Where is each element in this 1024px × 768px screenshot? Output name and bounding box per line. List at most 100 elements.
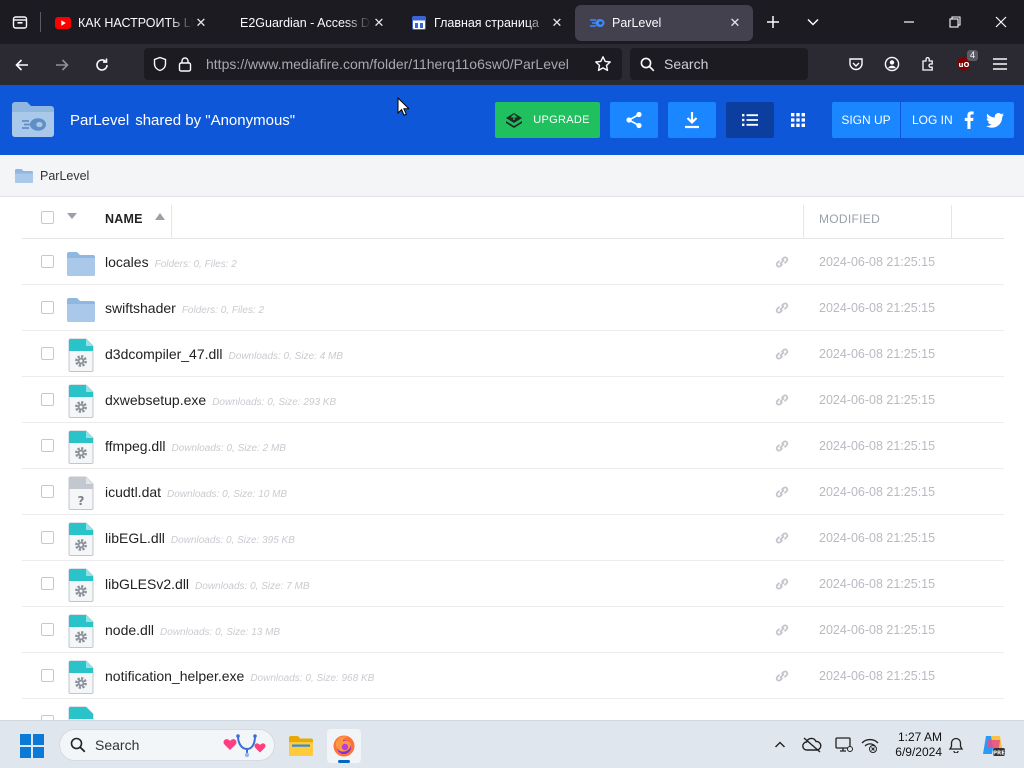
table-row[interactable]: ? icudtl.dat Downloads: 0, Size: 10 MB 2024… xyxy=(22,469,1004,515)
restore-icon[interactable] xyxy=(932,0,978,44)
list-view-button[interactable] xyxy=(726,102,774,138)
minimize-icon[interactable] xyxy=(886,0,932,44)
link-icon[interactable] xyxy=(774,347,790,361)
upgrade-button[interactable]: UPGRADE xyxy=(495,102,600,138)
row-checkbox[interactable] xyxy=(41,393,54,406)
shield-icon[interactable] xyxy=(152,56,168,75)
account-icon[interactable] xyxy=(876,48,908,80)
table-row[interactable]: dxwebsetup.exe Downloads: 0, Size: 293 KB… xyxy=(22,377,1004,423)
network-offline-icon[interactable] xyxy=(860,735,880,755)
selection-menu-chevron-icon[interactable] xyxy=(67,213,77,219)
row-checkbox[interactable] xyxy=(41,577,54,590)
link-icon[interactable] xyxy=(774,485,790,499)
taskbar-clock[interactable]: 1:27 AM 6/9/2024 xyxy=(890,730,942,760)
close-icon[interactable]: ✕ xyxy=(727,15,743,31)
chevron-down-icon[interactable] xyxy=(793,0,833,44)
link-icon[interactable] xyxy=(774,577,790,591)
link-icon[interactable] xyxy=(774,439,790,453)
row-checkbox[interactable] xyxy=(41,669,54,682)
file-name[interactable]: libEGL.dll Downloads: 0, Size: 395 KB xyxy=(105,530,295,546)
close-icon[interactable]: ✕ xyxy=(371,15,387,31)
row-checkbox[interactable] xyxy=(41,255,54,268)
copilot-icon[interactable]: PRE xyxy=(980,732,1006,758)
file-name-text[interactable]: d3dcompiler_47.dll xyxy=(105,346,223,362)
login-button[interactable]: LOG IN xyxy=(912,113,953,127)
file-name-text[interactable]: icudtl.dat xyxy=(105,484,161,500)
file-name-text[interactable]: libEGL.dll xyxy=(105,530,165,546)
lock-icon[interactable] xyxy=(178,56,192,75)
file-name-text[interactable]: locales xyxy=(105,254,149,270)
row-checkbox[interactable] xyxy=(41,301,54,314)
breadcrumb-item[interactable]: ParLevel xyxy=(40,169,89,183)
search-bar[interactable]: Search xyxy=(630,48,808,80)
column-name[interactable]: NAME xyxy=(105,212,143,226)
grid-view-button[interactable] xyxy=(774,102,822,138)
file-name[interactable]: d3dcompiler_47.dll Downloads: 0, Size: 4 … xyxy=(105,346,343,362)
download-button[interactable] xyxy=(668,102,716,138)
menu-icon[interactable] xyxy=(984,48,1016,80)
table-row[interactable]: notification_helper.exe Downloads: 0, Siz… xyxy=(22,653,1004,699)
ublock-icon[interactable]: uO 4 xyxy=(948,48,980,80)
select-all-checkbox[interactable] xyxy=(41,211,54,224)
row-checkbox[interactable] xyxy=(41,439,54,452)
file-name[interactable]: ffmpeg.dll Downloads: 0, Size: 2 MB xyxy=(105,438,286,454)
file-name[interactable]: notification_helper.exe Downloads: 0, Siz… xyxy=(105,668,374,684)
url-bar[interactable]: https://www.mediafire.com/folder/11herq1… xyxy=(144,48,622,80)
file-name[interactable]: swiftshader Folders: 0, Files: 2 xyxy=(105,300,264,316)
forward-icon[interactable] xyxy=(44,49,80,81)
file-name[interactable]: node.dll Downloads: 0, Size: 13 MB xyxy=(105,622,280,638)
file-name[interactable]: locales Folders: 0, Files: 2 xyxy=(105,254,237,270)
file-name[interactable]: libGLESv2.dll Downloads: 0, Size: 7 MB xyxy=(105,576,310,592)
pocket-icon[interactable] xyxy=(840,48,872,80)
share-button[interactable] xyxy=(610,102,658,138)
new-tab-icon[interactable] xyxy=(753,0,793,44)
table-row[interactable]: locales Folders: 0, Files: 2 2024-06-08 21… xyxy=(22,239,1004,285)
tray-chevron-up-icon[interactable] xyxy=(770,735,790,755)
file-name-text[interactable]: swiftshader xyxy=(105,300,176,316)
cloud-offline-icon[interactable] xyxy=(802,735,822,755)
link-icon[interactable] xyxy=(774,255,790,269)
tab-e2guardian[interactable]: E2Guardian - Access De ✕ xyxy=(219,5,397,41)
url-text[interactable]: https://www.mediafire.com/folder/11herq1… xyxy=(206,56,569,72)
table-row[interactable]: d3dcompiler_47.dll Downloads: 0, Size: 4 … xyxy=(22,331,1004,377)
firefox-taskbar-icon[interactable] xyxy=(327,729,361,763)
table-row[interactable]: node.dll Downloads: 0, Size: 13 MB 2024-06… xyxy=(22,607,1004,653)
file-name-text[interactable]: node.dll xyxy=(105,622,154,638)
close-icon[interactable]: ✕ xyxy=(193,15,209,31)
signup-button[interactable]: SIGN UP xyxy=(832,113,900,127)
bookmark-star-icon[interactable] xyxy=(587,48,619,80)
link-icon[interactable] xyxy=(774,531,790,545)
link-icon[interactable] xyxy=(774,301,790,315)
taskbar-search[interactable]: Search xyxy=(59,729,275,761)
table-row[interactable]: libEGL.dll Downloads: 0, Size: 395 KB 2024… xyxy=(22,515,1004,561)
window-close-icon[interactable] xyxy=(978,0,1024,44)
link-icon[interactable] xyxy=(774,393,790,407)
tab-youtube[interactable]: КАК НАСТРОИТЬ LDPL ✕ xyxy=(41,5,219,41)
table-row[interactable]: libGLESv2.dll Downloads: 0, Size: 7 MB 202… xyxy=(22,561,1004,607)
column-modified[interactable]: MODIFIED xyxy=(819,212,880,226)
tab-list-icon[interactable] xyxy=(0,0,40,44)
windows-start-icon[interactable] xyxy=(20,734,44,761)
table-row[interactable]: ffmpeg.dll Downloads: 0, Size: 2 MB 2024-0… xyxy=(22,423,1004,469)
back-icon[interactable] xyxy=(4,49,40,81)
close-icon[interactable]: ✕ xyxy=(549,15,565,31)
row-checkbox[interactable] xyxy=(41,347,54,360)
file-name-text[interactable]: dxwebsetup.exe xyxy=(105,392,206,408)
tab-main-page[interactable]: Главная страница ✕ xyxy=(397,5,575,41)
row-checkbox[interactable] xyxy=(41,485,54,498)
table-row[interactable]: swiftshader Folders: 0, Files: 2 2024-06-0… xyxy=(22,285,1004,331)
display-icon[interactable] xyxy=(834,735,854,755)
file-name[interactable]: icudtl.dat Downloads: 0, Size: 10 MB xyxy=(105,484,287,500)
tab-parlevel[interactable]: ParLevel ✕ xyxy=(575,5,753,41)
file-explorer-icon[interactable] xyxy=(284,729,318,763)
file-name-text[interactable]: notification_helper.exe xyxy=(105,668,244,684)
row-checkbox[interactable] xyxy=(41,623,54,636)
file-name-text[interactable]: ffmpeg.dll xyxy=(105,438,165,454)
file-name-text[interactable]: libGLESv2.dll xyxy=(105,576,189,592)
reload-icon[interactable] xyxy=(84,49,120,81)
row-checkbox[interactable] xyxy=(41,531,54,544)
facebook-icon[interactable] xyxy=(960,111,978,129)
link-icon[interactable] xyxy=(774,623,790,637)
notification-bell-icon[interactable] xyxy=(946,735,966,755)
file-name[interactable]: dxwebsetup.exe Downloads: 0, Size: 293 KB xyxy=(105,392,336,408)
